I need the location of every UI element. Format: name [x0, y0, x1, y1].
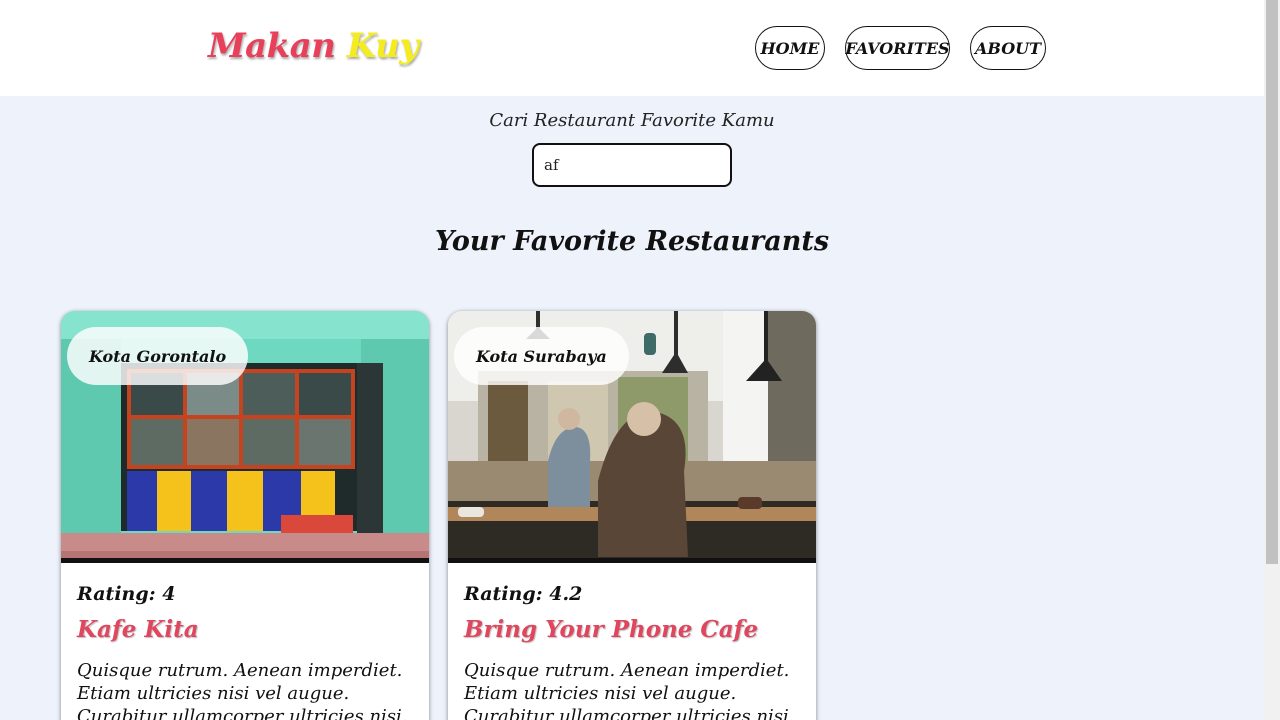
city-badge: Kota Surabaya	[454, 327, 629, 385]
search-input[interactable]	[532, 143, 732, 187]
restaurant-rating: Rating: 4.2	[464, 583, 583, 605]
nav-favorites-button[interactable]: FAVORITES	[845, 26, 950, 70]
restaurant-name-link[interactable]: Kafe Kita	[77, 616, 199, 643]
scrollbar-thumb[interactable]	[1266, 0, 1278, 564]
restaurant-description: Quisque rutrum. Aenean imperdiet. Etiam …	[77, 660, 408, 720]
city-badge: Kota Gorontalo	[67, 327, 249, 385]
nav-about-button[interactable]: ABOUT	[970, 26, 1046, 70]
search-label: Cari Restaurant Favorite Kamu	[489, 110, 775, 131]
restaurant-image: Kota Gorontalo	[61, 311, 429, 563]
logo-word-kuy: Kuy	[346, 26, 419, 66]
restaurant-card[interactable]: Kota Surabaya Rating: 4.2 Bring Your Pho…	[448, 311, 816, 720]
logo-word-makan: Makan	[208, 26, 336, 66]
restaurant-rating: Rating: 4	[77, 583, 176, 605]
restaurant-description: Quisque rutrum. Aenean imperdiet. Etiam …	[464, 660, 795, 720]
restaurant-image: Kota Surabaya	[448, 311, 816, 563]
restaurant-name-link[interactable]: Bring Your Phone Cafe	[464, 616, 758, 643]
page-scrollbar[interactable]	[1264, 0, 1280, 720]
app-logo[interactable]: Makan Kuy	[208, 26, 419, 66]
restaurant-card[interactable]: Kota Gorontalo Rating: 4 Kafe Kita Quisq…	[61, 311, 429, 720]
app-header: Makan Kuy HOME FAVORITES ABOUT	[0, 0, 1264, 96]
page-title: Your Favorite Restaurants	[434, 226, 830, 257]
nav-home-button[interactable]: HOME	[755, 26, 825, 70]
